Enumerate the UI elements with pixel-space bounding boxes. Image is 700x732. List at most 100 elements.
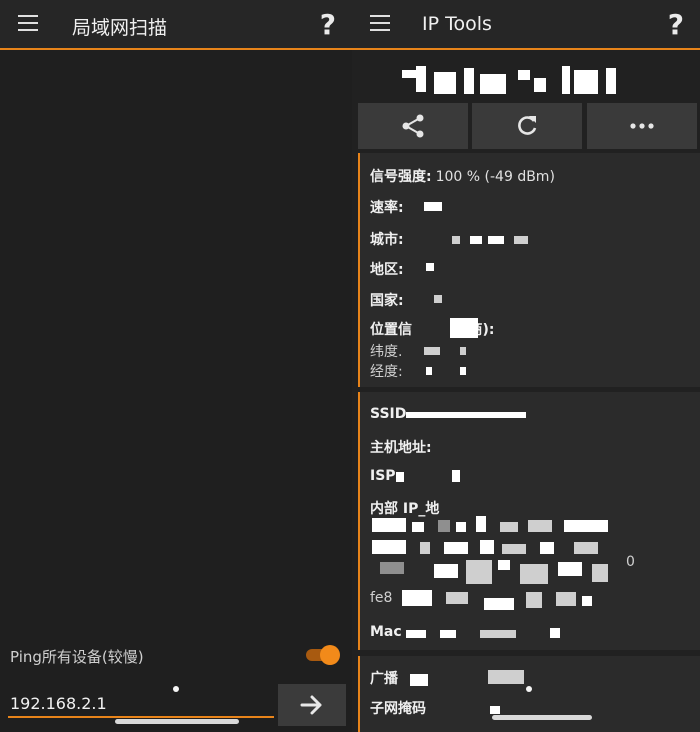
redaction-block	[380, 562, 404, 574]
redaction-block	[434, 564, 458, 578]
subnet-row: 子网掩码	[370, 698, 426, 718]
ping-all-label: Ping所有设备(较慢)	[10, 648, 144, 666]
redaction-block	[488, 670, 524, 684]
redaction-block	[514, 236, 528, 244]
redaction-block	[528, 520, 552, 532]
redaction-block	[420, 542, 430, 554]
redaction-block	[500, 522, 518, 532]
redaction-block	[434, 295, 442, 303]
subnet-info-card: 广播 子网掩码	[358, 656, 700, 732]
help-icon[interactable]: ?	[320, 8, 336, 41]
redaction-block	[490, 706, 500, 714]
mac-row: Mac	[370, 624, 402, 640]
menu-icon[interactable]	[18, 15, 38, 31]
redaction-block	[466, 560, 492, 584]
redaction-block	[574, 542, 598, 554]
country-label: 国家:	[370, 293, 404, 309]
isp-label: ISP	[370, 468, 396, 484]
redaction-block	[426, 263, 434, 271]
speed-label: 速率:	[370, 200, 404, 216]
speed-row: 速率:	[370, 197, 404, 217]
redaction-block	[480, 630, 516, 638]
country-row: 国家:	[370, 290, 404, 310]
home-indicator	[115, 719, 239, 724]
redaction-block	[412, 522, 424, 532]
more-icon	[630, 123, 654, 129]
share-button[interactable]	[358, 103, 468, 149]
ip-tools-topbar: IP Tools ?	[352, 0, 700, 50]
wifi-info-card: SSID 主机地址: ISP 内部 IP_地 0 fe8 Mac	[358, 392, 700, 650]
subnet-label: 子网掩码	[370, 701, 426, 717]
city-row: 城市:	[370, 229, 404, 249]
share-icon	[402, 114, 424, 138]
redaction-block	[452, 470, 460, 482]
redaction-block	[444, 542, 468, 554]
ping-all-toggle[interactable]	[306, 645, 340, 665]
redacted-ip-address	[402, 66, 662, 98]
menu-icon[interactable]	[370, 15, 390, 31]
redaction-block	[488, 236, 504, 244]
latitude-row: 纬度.	[370, 341, 402, 361]
redaction-block	[372, 540, 406, 554]
network-info-card: 信号强度: 100 % (-49 dBm) 速率: 城市: 地区: 国家: 位置信…	[358, 153, 700, 387]
isp-row: ISP	[370, 468, 396, 484]
region-row: 地区:	[370, 259, 404, 279]
redaction-block	[484, 598, 514, 610]
redaction-block	[550, 628, 560, 638]
redaction-block	[558, 562, 582, 576]
page-title: IP Tools	[422, 13, 492, 35]
redaction-block	[564, 520, 608, 532]
ip-trailing-digit: 0	[626, 554, 635, 570]
redaction-block	[372, 518, 406, 532]
location-label: 位置信	[370, 322, 412, 338]
redaction-block	[440, 630, 456, 638]
signal-row: 信号强度: 100 % (-49 dBm)	[370, 166, 555, 186]
signal-value: 100 % (-49 dBm)	[435, 169, 555, 185]
arrow-right-icon	[300, 695, 322, 715]
help-icon[interactable]: ?	[668, 8, 684, 41]
lan-scan-topbar: 局域网扫描 ?	[0, 0, 352, 50]
internal-ip-label: 内部 IP_地	[370, 501, 440, 517]
redaction-block	[402, 590, 432, 606]
redaction-block	[540, 542, 554, 554]
ip-address-input[interactable]	[8, 690, 274, 718]
ssid-row: SSID	[370, 406, 406, 422]
redaction-block	[498, 560, 510, 570]
refresh-button[interactable]	[472, 103, 582, 149]
ipv6-row: fe8	[370, 590, 392, 606]
region-label: 地区:	[370, 262, 404, 278]
host-label: 主机地址:	[370, 440, 432, 456]
page-title: 局域网扫描	[72, 17, 168, 39]
lan-scan-pane: 局域网扫描 ? Ping所有设备(较慢)	[0, 0, 352, 732]
redaction-block	[582, 596, 592, 606]
trailing-digit-text: 0	[626, 554, 635, 570]
redaction-block	[452, 236, 460, 244]
redaction-block	[520, 564, 548, 584]
redaction-block	[450, 318, 478, 338]
broadcast-row: 广播	[370, 668, 398, 688]
ip-tools-pane: IP Tools ? 信号强度: 100 % (-49 dBm) 速率: 城市:…	[352, 0, 700, 732]
latitude-label: 纬度.	[370, 344, 403, 360]
redaction-block	[410, 674, 428, 686]
redaction-block	[476, 516, 486, 532]
more-button[interactable]	[587, 103, 697, 149]
redaction-block	[526, 592, 542, 608]
redaction-block	[406, 630, 426, 638]
refresh-icon	[518, 116, 537, 135]
redaction-block	[456, 522, 466, 532]
redaction-block	[470, 236, 482, 244]
indicator-dot	[526, 686, 532, 692]
redaction-block	[592, 564, 608, 582]
home-indicator	[492, 715, 592, 720]
redaction-block	[424, 347, 440, 355]
redaction-block	[426, 367, 432, 375]
signal-label: 信号强度:	[370, 169, 432, 185]
go-button[interactable]	[278, 684, 346, 726]
host-row: 主机地址:	[370, 437, 432, 457]
broadcast-label: 广播	[370, 671, 398, 687]
ipv6-fragment: fe8	[370, 590, 393, 606]
city-label: 城市:	[370, 232, 404, 248]
redaction-block	[556, 592, 576, 606]
ssid-label: SSID	[370, 406, 407, 422]
redaction-block	[502, 544, 526, 554]
